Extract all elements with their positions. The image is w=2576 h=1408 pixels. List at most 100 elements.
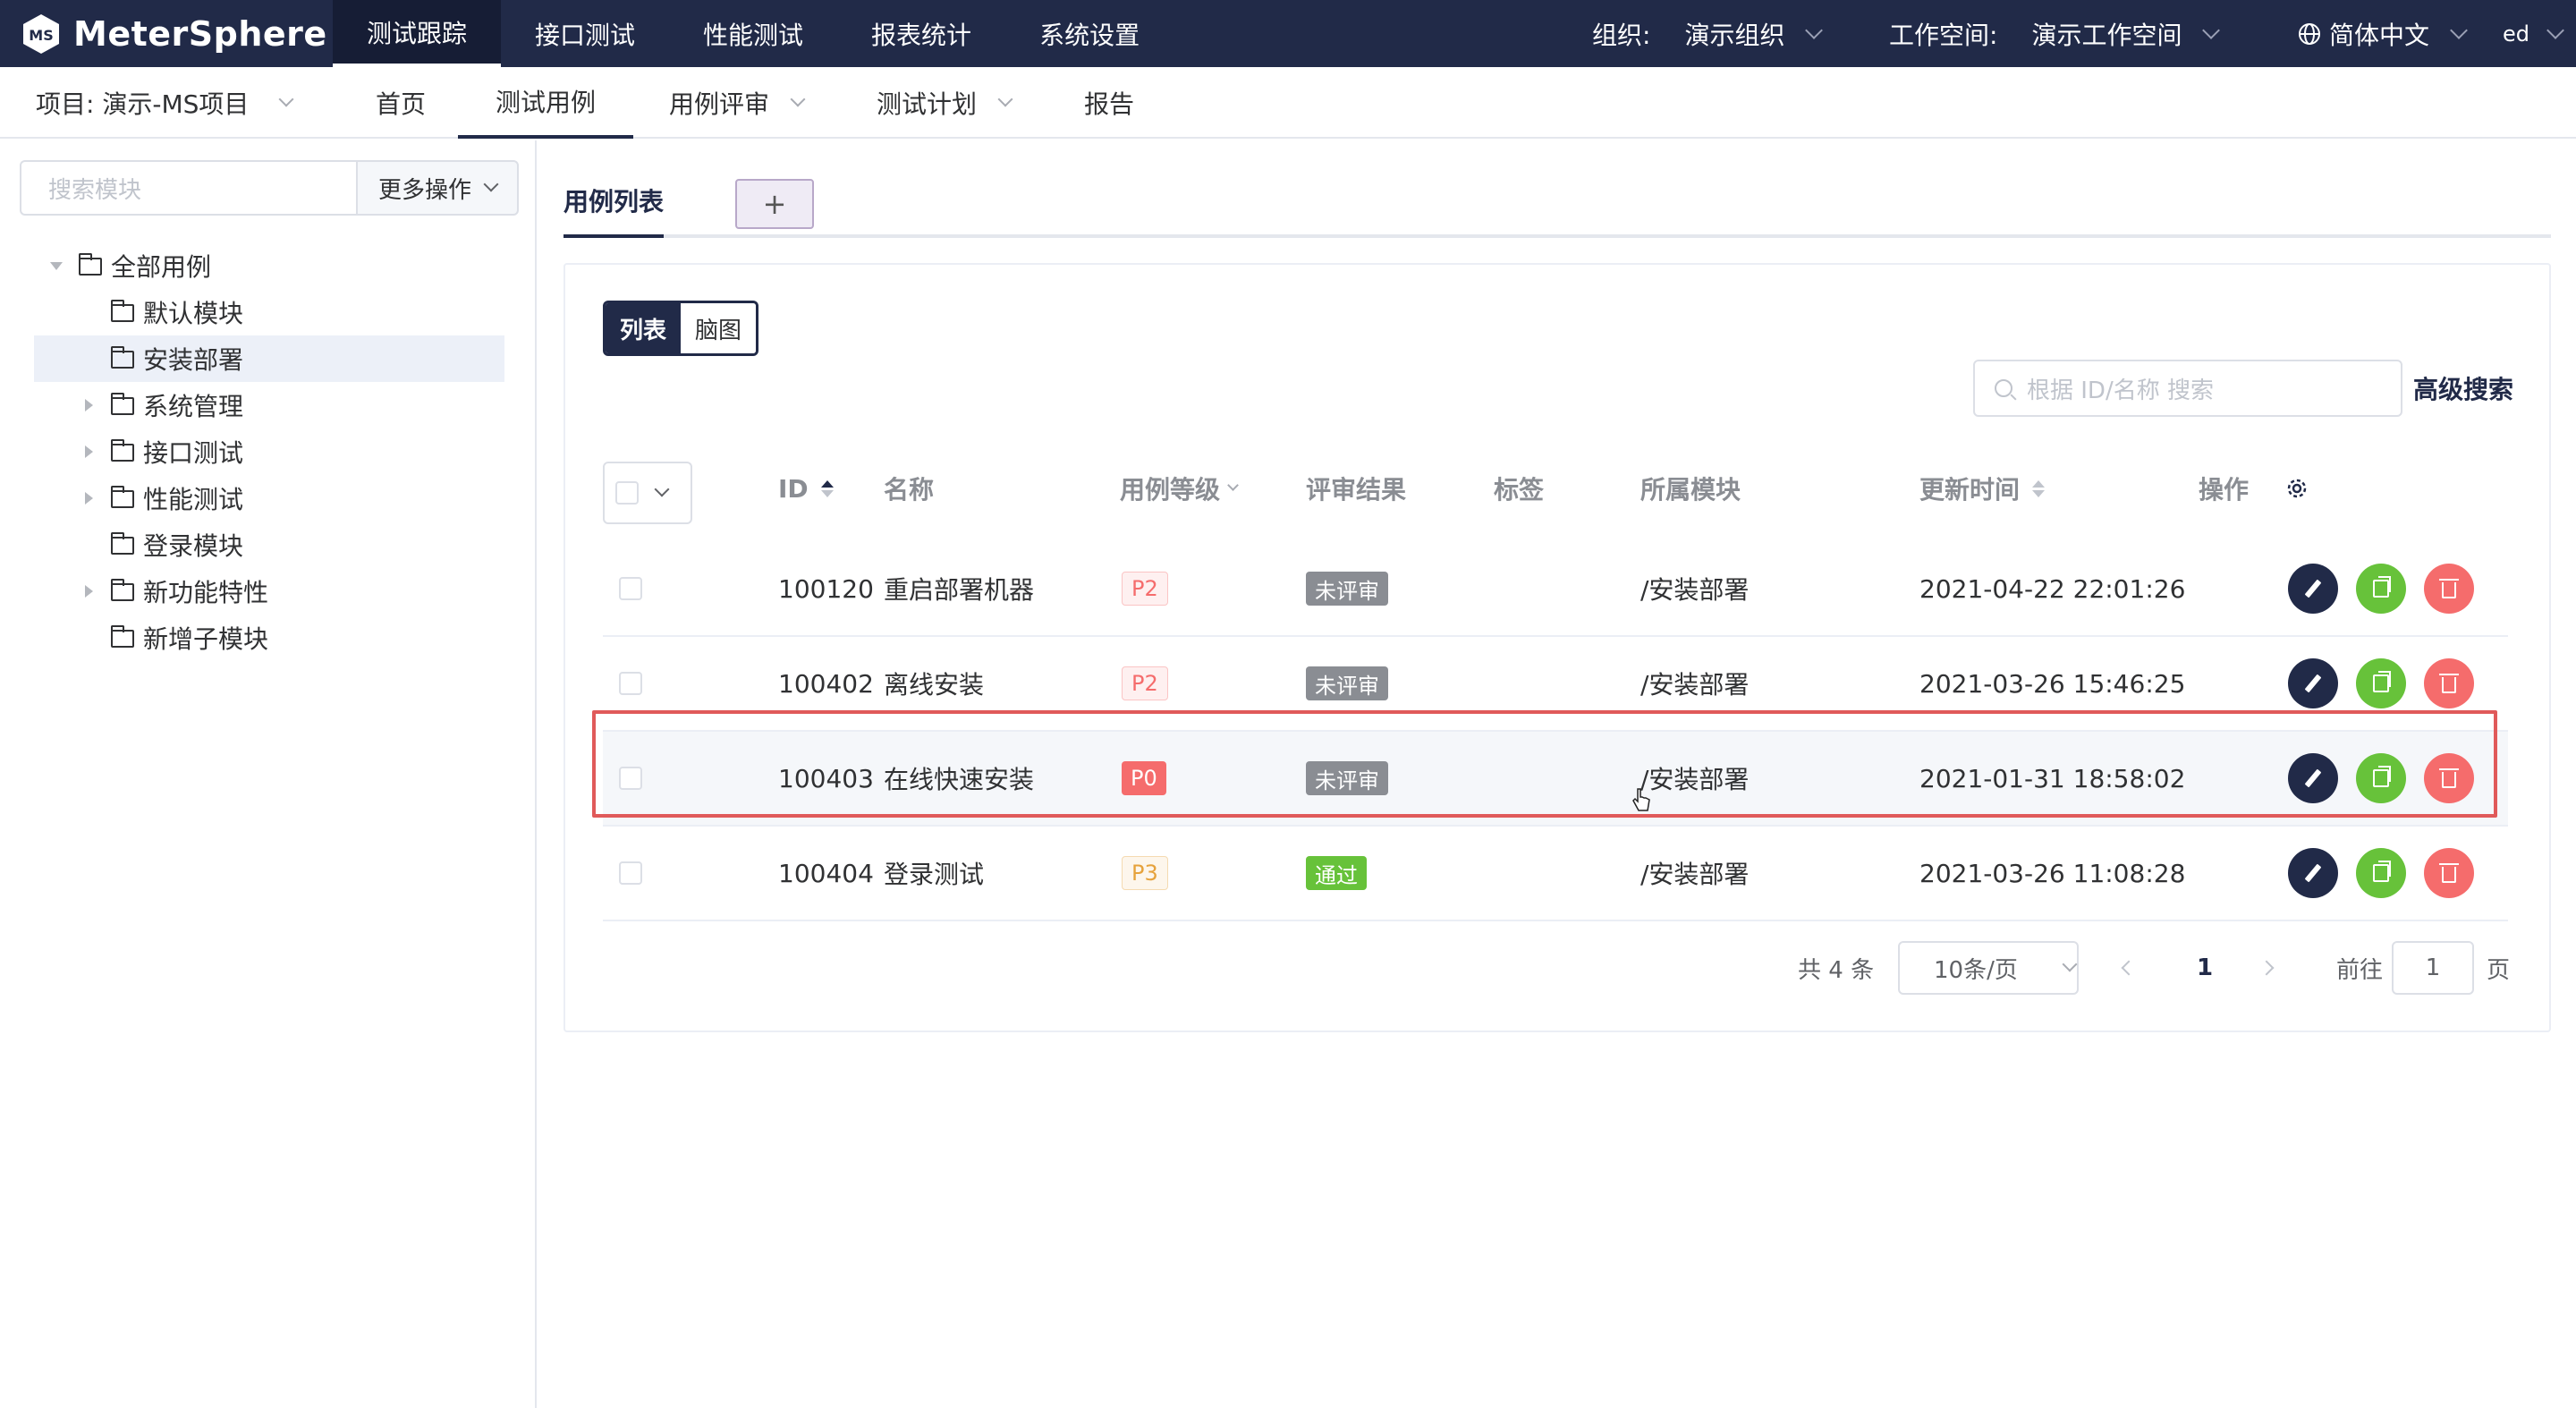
copy-button[interactable] xyxy=(2356,564,2406,614)
tree-node-label: 登录模块 xyxy=(143,531,244,561)
cell-name[interactable]: 登录测试 xyxy=(884,827,984,920)
edit-button[interactable] xyxy=(2288,848,2338,898)
tree-node-new-features[interactable]: 新功能特性 xyxy=(34,568,504,615)
row-checkbox[interactable] xyxy=(619,672,642,695)
tab-case-list[interactable]: 用例列表 xyxy=(564,182,664,238)
row-checkbox[interactable] xyxy=(619,577,642,600)
topnav-api-test[interactable]: 接口测试 xyxy=(501,0,669,67)
table-row[interactable]: 100404 登录测试 P3 通过 /安装部署 2021-03-26 11:08… xyxy=(603,827,2508,921)
page-number-current[interactable]: 1 xyxy=(2197,941,2213,995)
subnav-test-cases[interactable]: 测试用例 xyxy=(458,67,633,139)
delete-button[interactable] xyxy=(2424,564,2474,614)
tree-node-label: 性能测试 xyxy=(143,485,244,514)
view-mind-button[interactable]: 脑图 xyxy=(681,303,756,353)
folder-icon xyxy=(79,253,102,276)
caret-right-icon[interactable] xyxy=(79,581,98,601)
pagination: 共 4 条 10条/页 1 前往 1 页 xyxy=(565,941,2553,995)
delete-button[interactable] xyxy=(2424,658,2474,708)
cell-name[interactable]: 重启部署机器 xyxy=(884,542,1034,635)
case-search-input[interactable]: 根据 ID/名称 搜索 xyxy=(1973,360,2402,417)
trash-icon xyxy=(2439,674,2459,693)
cell-name[interactable]: 在线快速安装 xyxy=(884,732,1034,825)
topnav-reports[interactable]: 报表统计 xyxy=(837,0,1005,67)
select-all-checkbox[interactable] xyxy=(615,481,639,505)
sort-icon[interactable] xyxy=(2032,479,2046,497)
copy-button[interactable] xyxy=(2356,848,2406,898)
tree-node-install[interactable]: 安装部署 xyxy=(34,335,504,382)
user-name: ed xyxy=(2503,21,2529,47)
edit-button[interactable] xyxy=(2288,753,2338,803)
org-selector[interactable]: 组织: 演示组织 xyxy=(1592,0,1824,67)
next-page-button[interactable] xyxy=(2258,941,2275,995)
tree-node-new-sub[interactable]: 新增子模块 xyxy=(34,615,504,661)
tree-node-default[interactable]: 默认模块 xyxy=(34,289,504,335)
metersphere-logo-icon: MS xyxy=(23,14,59,54)
project-selector[interactable]: 项目: 演示-MS项目 xyxy=(36,67,294,139)
col-review: 评审结果 xyxy=(1306,475,1407,505)
row-checkbox[interactable] xyxy=(619,861,642,885)
add-tab-button[interactable]: + xyxy=(735,179,814,229)
copy-button[interactable] xyxy=(2356,658,2406,708)
review-badge: 未评审 xyxy=(1306,666,1388,700)
tree-node-login[interactable]: 登录模块 xyxy=(34,522,504,568)
caret-right-icon[interactable] xyxy=(79,488,98,508)
row-checkbox[interactable] xyxy=(619,767,642,790)
table-row[interactable]: 100402 离线安装 P2 未评审 /安装部署 2021-03-26 15:4… xyxy=(603,637,2508,732)
table-row[interactable]: 100403 在线快速安装 P0 未评审 /安装部署 2021-01-31 18… xyxy=(603,732,2508,827)
caret-spacer xyxy=(79,535,98,555)
goto-page-input[interactable]: 1 xyxy=(2392,941,2474,995)
chevron-left-icon xyxy=(2121,960,2137,976)
subnav-home[interactable]: 首页 xyxy=(376,67,426,139)
workspace-selector[interactable]: 工作空间: 演示工作空间 xyxy=(1889,0,2221,67)
tree-node-system[interactable]: 系统管理 xyxy=(34,382,504,428)
sort-icon[interactable] xyxy=(820,479,834,497)
pencil-icon xyxy=(2304,863,2322,883)
user-menu[interactable]: ed xyxy=(2503,0,2564,67)
chevron-down-icon[interactable] xyxy=(654,481,670,497)
topnav-settings[interactable]: 系统设置 xyxy=(1005,0,1174,67)
col-updated[interactable]: 更新时间 xyxy=(1919,435,2046,542)
gear-icon[interactable] xyxy=(2284,476,2309,501)
chevron-down-icon xyxy=(2546,21,2564,39)
module-search-input[interactable]: 搜索模块 xyxy=(20,160,358,216)
tree-node-performance[interactable]: 性能测试 xyxy=(34,475,504,522)
caret-down-icon[interactable] xyxy=(47,256,66,276)
subnav-report[interactable]: 报告 xyxy=(1084,67,1134,139)
delete-button[interactable] xyxy=(2424,753,2474,803)
cell-module: /安装部署 xyxy=(1640,670,1750,700)
caret-spacer xyxy=(79,628,98,648)
table-row[interactable]: 100120 重启部署机器 P2 未评审 /安装部署 2021-04-22 22… xyxy=(603,542,2508,637)
copy-button[interactable] xyxy=(2356,753,2406,803)
cell-id: 100403 xyxy=(778,763,874,793)
app-logo[interactable]: MS MeterSphere xyxy=(20,9,327,59)
logo-mark-text: MS xyxy=(29,27,53,44)
more-ops-button[interactable]: 更多操作 xyxy=(356,160,519,216)
subnav-test-plan[interactable]: 测试计划 xyxy=(877,67,1013,139)
tree-node-all[interactable]: 全部用例 xyxy=(34,242,504,289)
prev-page-button[interactable] xyxy=(2121,941,2137,995)
view-list-button[interactable]: 列表 xyxy=(606,303,681,353)
page-size-select[interactable]: 10条/页 xyxy=(1898,941,2079,995)
col-id[interactable]: ID xyxy=(778,435,834,542)
language-selector[interactable]: 简体中文 xyxy=(2297,0,2468,67)
top-bar: MS MeterSphere 测试跟踪 接口测试 性能测试 报表统计 系统设置 … xyxy=(0,0,2576,67)
delete-button[interactable] xyxy=(2424,848,2474,898)
edit-button[interactable] xyxy=(2288,658,2338,708)
col-level[interactable]: 用例等级 xyxy=(1120,435,1239,542)
case-tabs: 用例列表 + xyxy=(564,166,2551,238)
subnav-case-review[interactable]: 用例评审 xyxy=(669,67,806,139)
advanced-search-link[interactable]: 高级搜索 xyxy=(2413,370,2513,406)
topnav-test-tracking[interactable]: 测试跟踪 xyxy=(333,0,502,67)
caret-right-icon[interactable] xyxy=(79,395,98,415)
topnav-performance-test[interactable]: 性能测试 xyxy=(669,0,837,67)
pagination-total: 共 4 条 xyxy=(1798,956,1875,984)
select-all-dropdown[interactable] xyxy=(603,462,692,524)
chevron-down-icon xyxy=(790,91,806,107)
caret-spacer xyxy=(79,302,98,322)
folder-icon xyxy=(111,393,134,415)
cell-name[interactable]: 离线安装 xyxy=(884,637,984,730)
tree-node-api[interactable]: 接口测试 xyxy=(34,428,504,475)
caret-right-icon[interactable] xyxy=(79,442,98,462)
edit-button[interactable] xyxy=(2288,564,2338,614)
filter-chevron-icon[interactable] xyxy=(1227,479,1239,491)
